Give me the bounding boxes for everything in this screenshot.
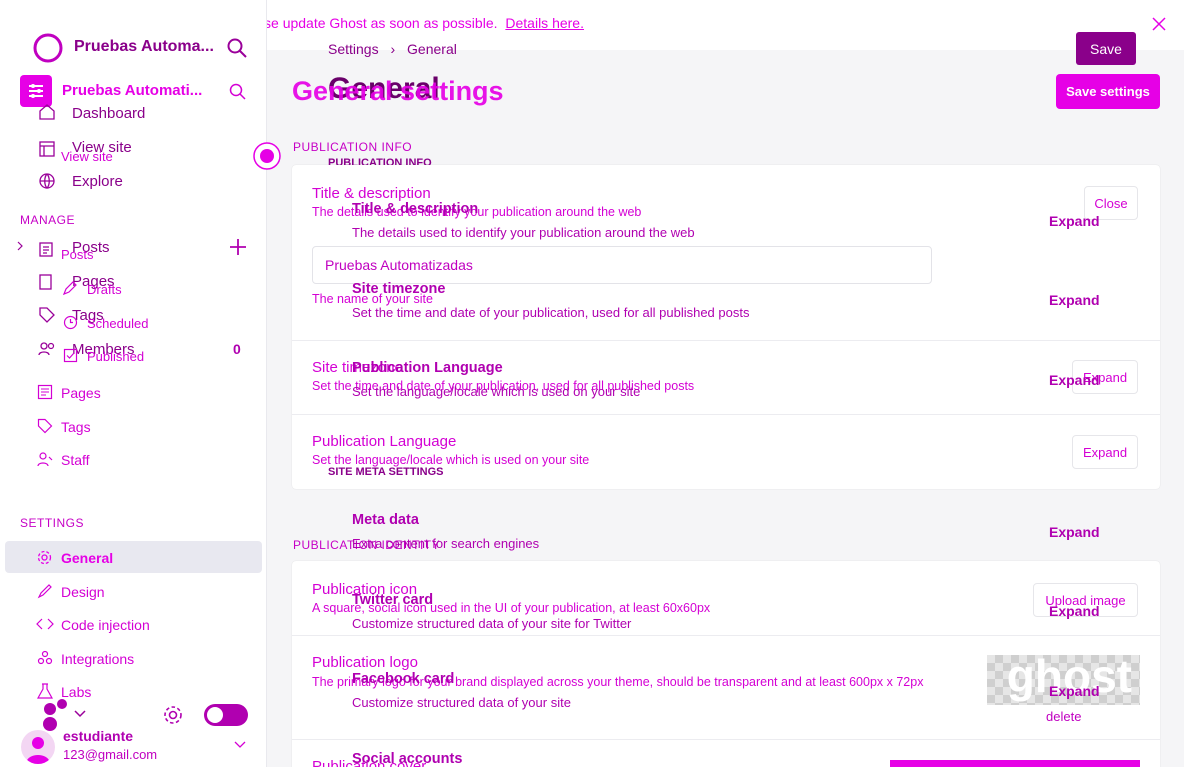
add-post-icon[interactable] bbox=[229, 238, 247, 256]
title-desc-title: Title & description bbox=[312, 185, 431, 202]
pages-icon bbox=[38, 273, 54, 291]
overlay-twitter-card: Twitter card bbox=[352, 592, 434, 608]
overlay-twitter-card-desc: Customize structured data of your site f… bbox=[352, 616, 632, 631]
overlay-expand-twitter-card[interactable]: Expand bbox=[1049, 603, 1100, 619]
divider bbox=[292, 414, 1160, 415]
tag-icon bbox=[38, 306, 56, 324]
overlay-social-accounts: Social accounts bbox=[352, 751, 463, 767]
overlay-facebook-card: Facebook card bbox=[352, 671, 455, 687]
pub-logo-title: Publication logo bbox=[312, 654, 418, 671]
chevron-down-icon[interactable] bbox=[74, 710, 86, 718]
nav-published[interactable]: Published bbox=[87, 349, 144, 364]
staff-icon bbox=[37, 451, 53, 467]
nav-tags-secondary[interactable]: Tags bbox=[61, 419, 91, 435]
site-title-input-value: Pruebas Automatizadas bbox=[325, 257, 473, 273]
pages-icon-secondary bbox=[37, 384, 53, 400]
breadcrumb-separator: › bbox=[390, 41, 396, 57]
user-email: 123@gmail.com bbox=[63, 747, 158, 762]
overlay-title-desc: Title & description bbox=[352, 201, 479, 217]
nav-staff[interactable]: Staff bbox=[61, 452, 90, 468]
home-icon bbox=[38, 103, 56, 121]
nav-design[interactable]: Design bbox=[61, 584, 105, 600]
overlay-timezone-desc: Set the time and date of your publicatio… bbox=[352, 305, 750, 320]
site-title[interactable]: Pruebas Automati... bbox=[62, 82, 202, 99]
nav-view-site-small[interactable]: View site bbox=[61, 149, 113, 164]
settings-gear-icon[interactable] bbox=[162, 704, 184, 726]
view-site-icon bbox=[38, 140, 56, 158]
nav-dashboard[interactable]: Dashboard bbox=[72, 105, 145, 122]
tag-icon-secondary bbox=[37, 418, 53, 434]
overlay-expand-meta-data[interactable]: Expand bbox=[1049, 524, 1100, 540]
close-banner-icon[interactable] bbox=[1152, 17, 1166, 31]
overlay-meta-data-desc: Extra content for search engines bbox=[352, 536, 540, 551]
members-icon bbox=[38, 341, 56, 357]
overlay-expand-title-desc[interactable]: Expand bbox=[1049, 213, 1100, 229]
logo-delete-link[interactable]: delete bbox=[1046, 709, 1081, 724]
overlay-expand-language[interactable]: Expand bbox=[1049, 372, 1100, 388]
site-title-input[interactable]: Pruebas Automatizadas bbox=[312, 246, 932, 284]
members-count: 0 bbox=[233, 341, 241, 357]
breadcrumb: Settings › General bbox=[328, 41, 457, 57]
nav-general[interactable]: General bbox=[61, 550, 113, 566]
overlay-language-desc: Set the language/locale which is used on… bbox=[352, 384, 641, 399]
banner-link[interactable]: Details here. bbox=[505, 15, 584, 31]
user-name: estudiante bbox=[63, 728, 134, 744]
overlay-meta-data: Meta data bbox=[352, 512, 419, 528]
overlay-expand-facebook-card[interactable]: Expand bbox=[1049, 683, 1100, 699]
sidebar: Pruebas Automa... Pruebas Automati... Da… bbox=[0, 0, 267, 767]
overlay-facebook-card-desc: Customize structured data of your site bbox=[352, 695, 571, 710]
target-icon bbox=[252, 141, 282, 171]
flask-icon bbox=[37, 683, 53, 699]
search-icon[interactable] bbox=[227, 38, 247, 58]
publication-info-heading: PUBLICATION INFO bbox=[293, 140, 413, 154]
night-mode-toggle[interactable] bbox=[204, 704, 248, 726]
overlay-title-desc-desc: The details used to identify your public… bbox=[352, 225, 695, 240]
nav-scheduled[interactable]: Scheduled bbox=[87, 316, 148, 331]
chevron-right-icon[interactable] bbox=[16, 241, 24, 251]
language-title: Publication Language bbox=[312, 433, 457, 450]
breadcrumb-root[interactable]: Settings bbox=[328, 41, 379, 57]
published-icon bbox=[63, 348, 78, 363]
nav-integrations[interactable]: Integrations bbox=[61, 651, 134, 667]
site-title-top[interactable]: Pruebas Automa... bbox=[74, 38, 214, 56]
breadcrumb-current: General bbox=[407, 41, 457, 57]
integrations-icon bbox=[37, 650, 53, 666]
nav-explore[interactable]: Explore bbox=[72, 173, 123, 190]
posts-icon bbox=[38, 240, 56, 258]
chevron-down-icon-user[interactable] bbox=[234, 741, 246, 749]
divider bbox=[292, 635, 1160, 636]
avatar[interactable] bbox=[21, 730, 55, 764]
brush-icon bbox=[37, 583, 53, 599]
save-button[interactable]: Save bbox=[1076, 32, 1136, 65]
gear-icon bbox=[36, 549, 53, 566]
user-dots-icon bbox=[36, 698, 70, 732]
overlay-site-meta-heading: SITE META SETTINGS bbox=[328, 466, 444, 478]
overlay-language: Publication Language bbox=[352, 360, 503, 376]
nav-pages-secondary[interactable]: Pages bbox=[61, 385, 101, 401]
globe-icon bbox=[38, 172, 56, 190]
code-icon bbox=[36, 617, 54, 631]
nav-drafts[interactable]: Drafts bbox=[87, 282, 122, 297]
clock-icon bbox=[63, 315, 78, 330]
overlay-expand-timezone[interactable]: Expand bbox=[1049, 292, 1100, 308]
site-logo-circle-icon bbox=[33, 33, 63, 63]
search-icon-secondary[interactable] bbox=[229, 83, 246, 100]
language-desc: Set the language/locale which is used on… bbox=[312, 453, 590, 467]
drafts-icon bbox=[62, 280, 78, 296]
page-title: General settings bbox=[292, 76, 504, 106]
cover-upload-bar[interactable] bbox=[890, 760, 1140, 767]
divider bbox=[292, 739, 1160, 740]
toggle-knob bbox=[207, 707, 223, 723]
nav-posts-small[interactable]: Posts bbox=[61, 247, 94, 262]
nav-code-injection[interactable]: Code injection bbox=[61, 617, 150, 633]
overlay-timezone: Site timezone bbox=[352, 281, 446, 297]
language-expand-button[interactable]: Expand bbox=[1072, 435, 1138, 469]
save-settings-button[interactable]: Save settings bbox=[1056, 74, 1160, 109]
manage-heading: MANAGE bbox=[20, 213, 76, 227]
settings-heading: SETTINGS bbox=[20, 516, 85, 530]
divider bbox=[292, 340, 1160, 341]
